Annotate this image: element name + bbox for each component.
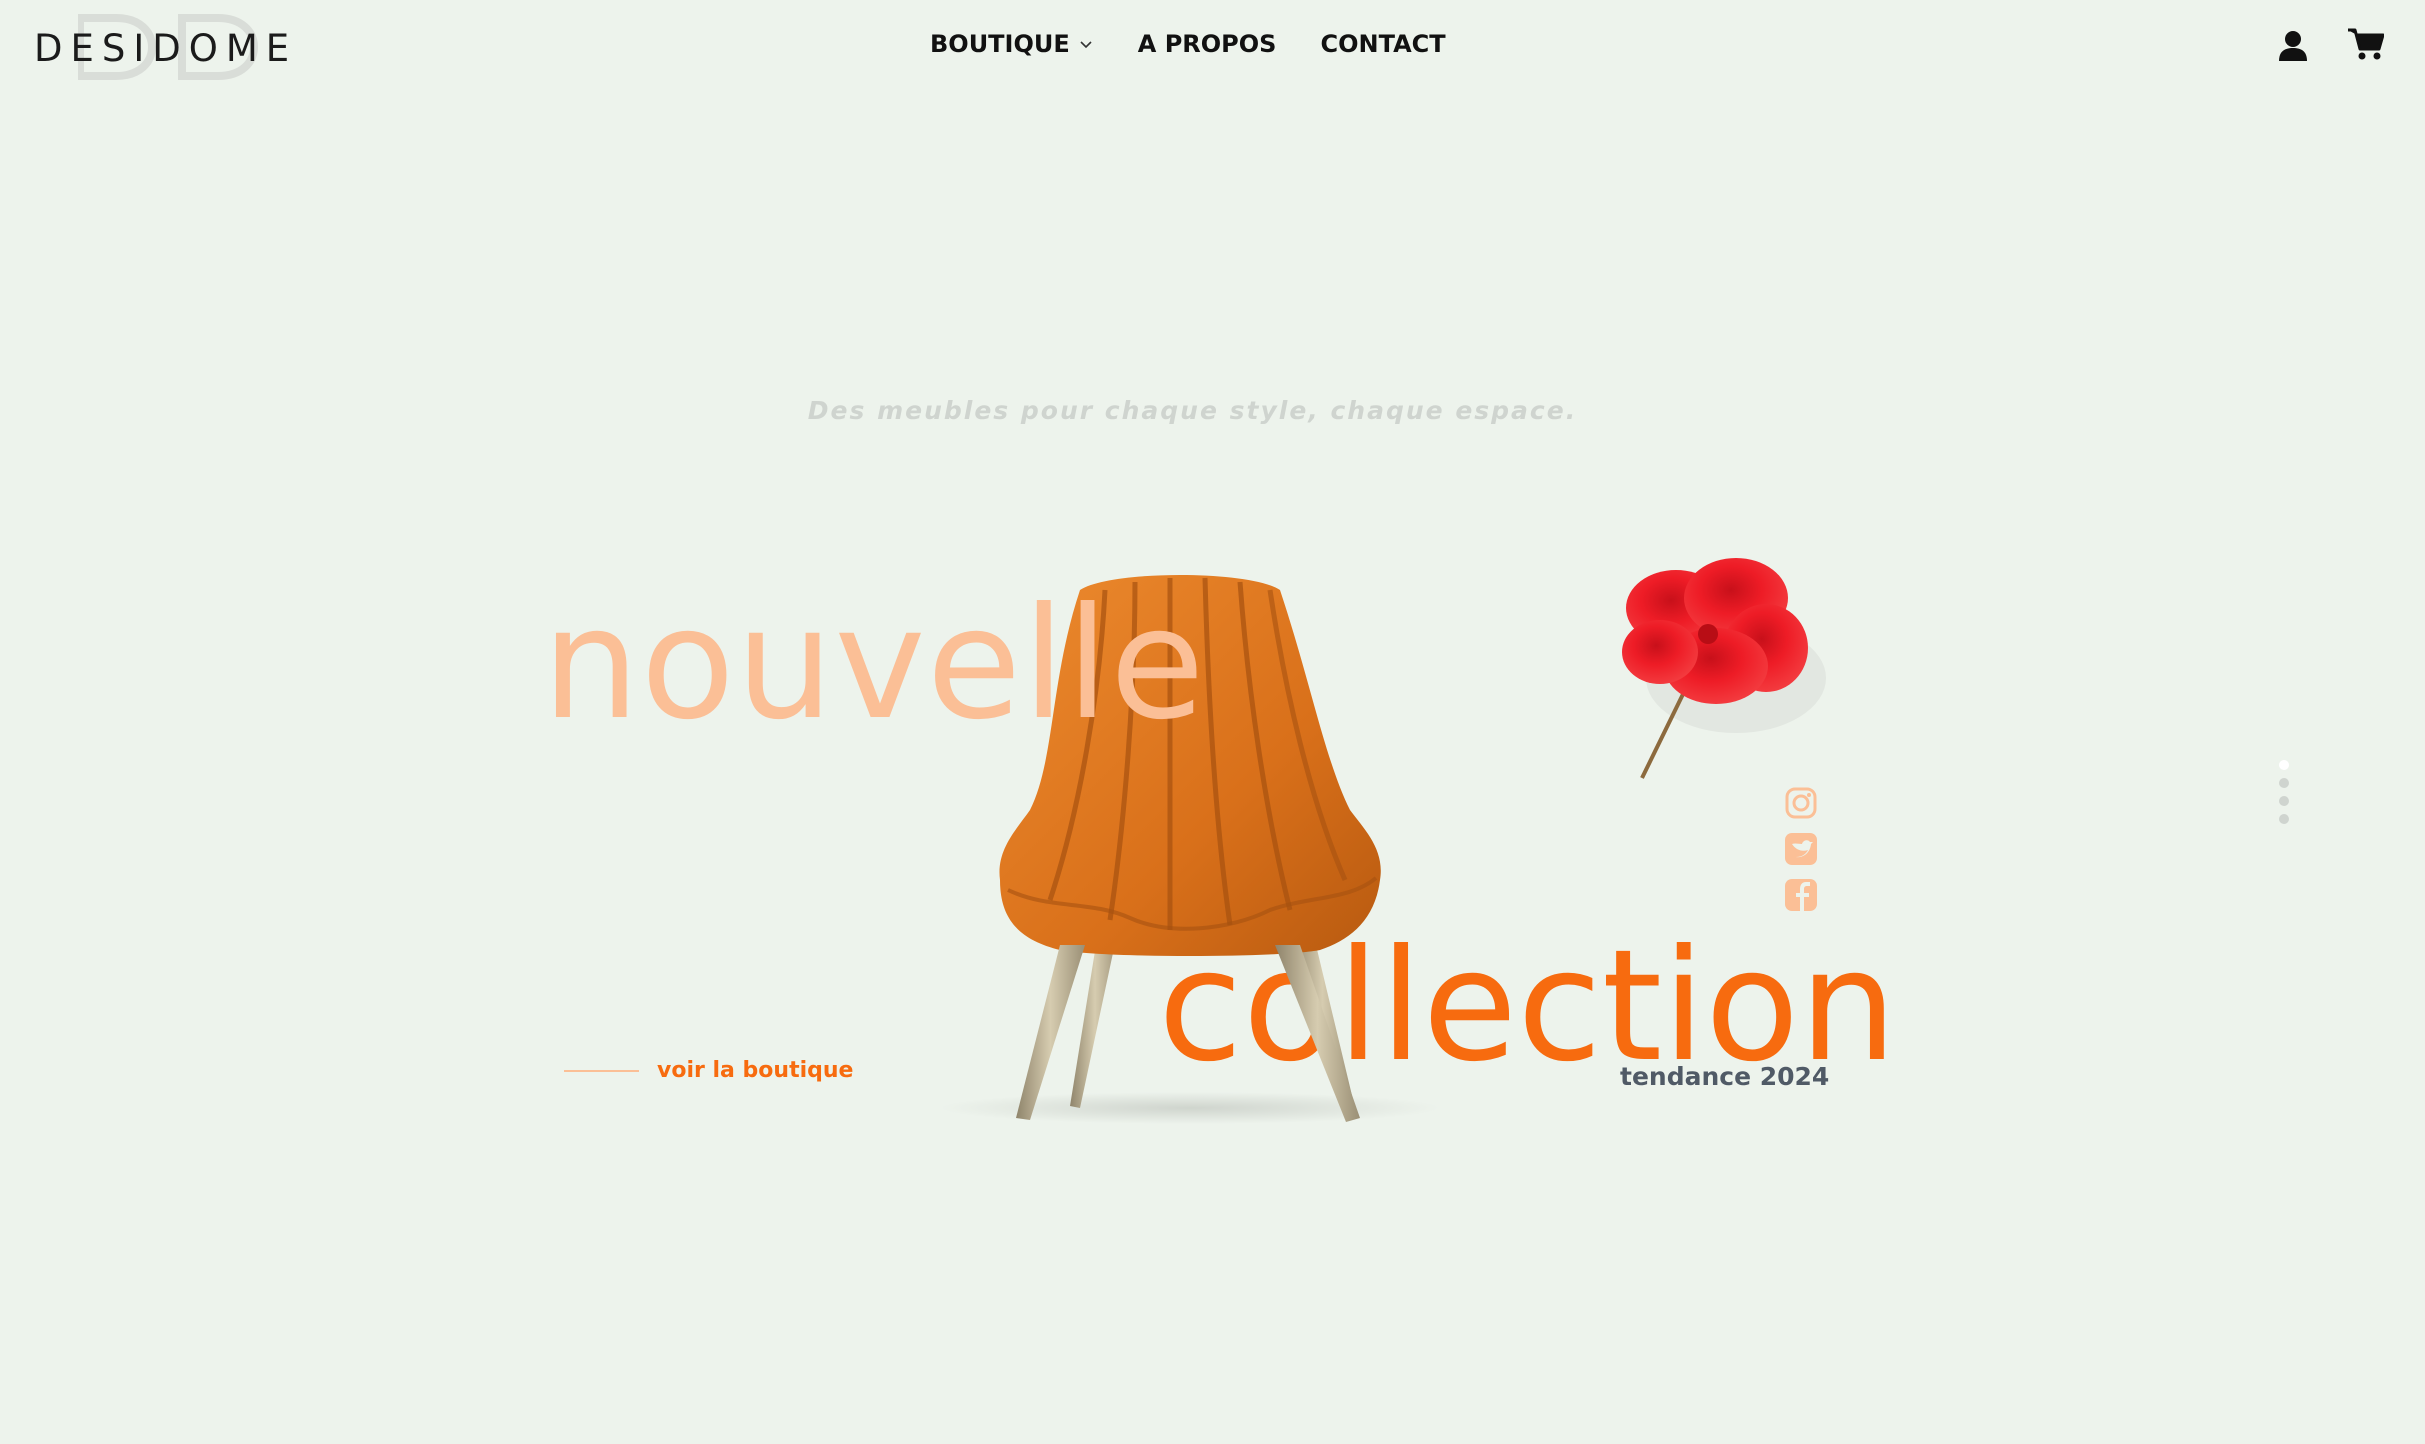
cta-label: voir la boutique [657, 1058, 854, 1083]
nav-contact-label: CONTACT [1320, 30, 1446, 58]
main-nav: BOUTIQUE A PROPOS CONTACT [930, 30, 1490, 58]
nav-a-propos[interactable]: A PROPOS [1138, 30, 1277, 58]
nav-boutique-label: BOUTIQUE [930, 30, 1070, 58]
logo[interactable]: DESIDOME [34, 14, 314, 80]
slider-dot-4[interactable] [2279, 814, 2289, 824]
hero-tagline: Des meubles pour chaque style, chaque es… [807, 396, 1578, 425]
cta-line [564, 1069, 639, 1072]
facebook-icon[interactable] [1784, 878, 1818, 912]
slider-dot-3[interactable] [2279, 796, 2289, 806]
nav-contact[interactable]: CONTACT [1320, 30, 1445, 58]
flower-image [1622, 558, 1826, 779]
slider-dot-1[interactable] [2279, 760, 2289, 770]
page: DESIDOME BOUTIQUE A PROPOS CONTACT Des m… [0, 0, 2425, 1444]
chevron-down-icon [1080, 41, 1092, 49]
instagram-icon[interactable] [1784, 786, 1818, 820]
slider-dots [2279, 760, 2291, 832]
hero-word-nouvelle: nouvelle [542, 575, 1206, 754]
nav-boutique[interactable]: BOUTIQUE [930, 30, 1094, 58]
cart-icon[interactable] [2348, 27, 2384, 61]
nav-a-propos-label: A PROPOS [1137, 30, 1277, 58]
social-links [1784, 786, 1820, 924]
slider-dot-2[interactable] [2279, 778, 2289, 788]
twitter-icon[interactable] [1784, 832, 1818, 866]
logo-text: DESIDOME [34, 27, 298, 70]
voir-la-boutique-link[interactable]: voir la boutique [564, 1058, 853, 1083]
user-icon[interactable] [2278, 30, 2308, 62]
